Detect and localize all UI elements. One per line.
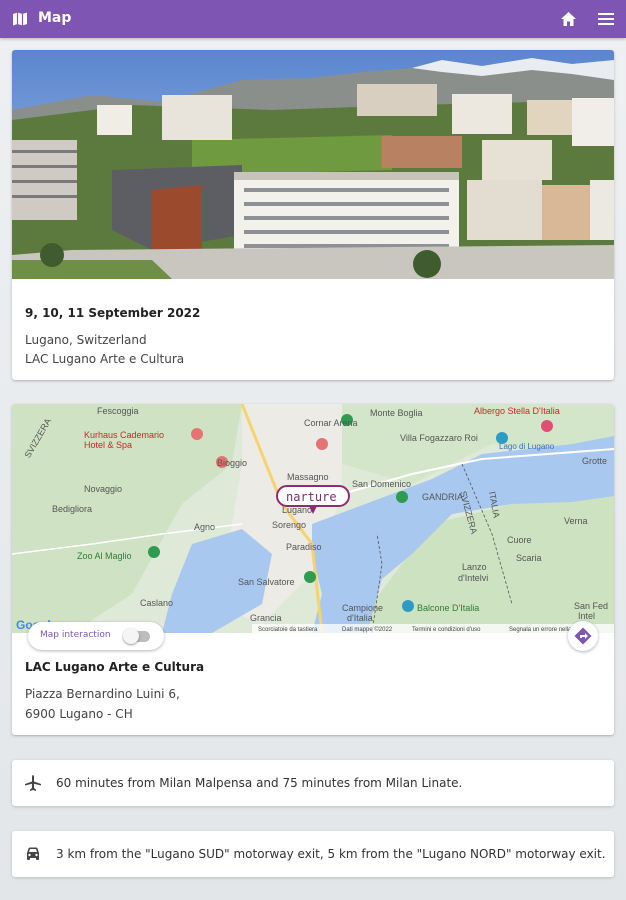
map-label: d'Italia bbox=[347, 613, 373, 623]
event-city: Lugano, Switzerland bbox=[25, 333, 147, 347]
map-label: Campione bbox=[342, 603, 383, 613]
event-dates: 9, 10, 11 September 2022 bbox=[25, 306, 201, 320]
map-icon bbox=[13, 12, 27, 26]
map-label: Lago di Lugano bbox=[499, 442, 555, 451]
map-label: Zoo Al Maglio bbox=[77, 551, 132, 561]
map-footer-shortcuts: Scorciatoie da tastiera bbox=[258, 627, 318, 633]
map-footer-terms: Termini e condizioni d'uso bbox=[412, 627, 481, 633]
directions-icon bbox=[574, 627, 592, 645]
venue-photo bbox=[12, 50, 614, 279]
map-label: Massagno bbox=[287, 472, 329, 482]
directions-button[interactable] bbox=[568, 621, 598, 651]
map-label: Villa Fogazzaro Roi bbox=[400, 433, 478, 443]
map-label: Fescoggia bbox=[97, 406, 139, 416]
map-label: San Salvatore bbox=[238, 577, 295, 587]
map-label: Lanzo bbox=[462, 562, 487, 572]
map-label: Paradiso bbox=[286, 542, 322, 552]
map-label: San Domenico bbox=[352, 479, 411, 489]
map-label: Sorengo bbox=[272, 520, 306, 530]
map-label: GANDRIA bbox=[422, 492, 463, 502]
map-card: Fescoggia Kurhaus Cademario Hotel & Spa … bbox=[12, 404, 614, 735]
car-icon bbox=[27, 847, 39, 860]
map-label: San Fed bbox=[574, 601, 608, 611]
map-label: Cuore bbox=[507, 535, 532, 545]
map-label: Monte Boglia bbox=[370, 408, 423, 418]
map-label: Bioggio bbox=[217, 458, 247, 468]
map-label: Novaggio bbox=[84, 484, 122, 494]
map-label: Albergo Stella D'Italia bbox=[474, 406, 560, 416]
home-icon[interactable] bbox=[560, 11, 577, 27]
travel-car-card: 3 km from the "Lugano SUD" motorway exit… bbox=[12, 831, 614, 877]
address-line-1: Piazza Bernardino Luini 6, bbox=[25, 687, 180, 701]
map-footer-data: Dati mappe ©2022 bbox=[342, 626, 393, 633]
map-label: Grotte bbox=[582, 456, 607, 466]
map-label: Grancia bbox=[250, 613, 282, 623]
map-label: Kurhaus Cademario bbox=[84, 430, 164, 440]
map-label: d'Intelvi bbox=[458, 573, 488, 583]
map-label: Intel bbox=[578, 611, 595, 621]
map-interaction-toggle[interactable]: Map interaction bbox=[28, 622, 164, 650]
map-label: Scaria bbox=[516, 553, 542, 563]
map-interaction-label: Map interaction bbox=[40, 630, 111, 640]
map-label: Hotel & Spa bbox=[84, 440, 132, 450]
car-travel-text: 3 km from the "Lugano SUD" motorway exit… bbox=[56, 847, 606, 861]
venue-name: LAC Lugano Arte e Cultura bbox=[25, 660, 205, 674]
map-label: Cornar Arena bbox=[304, 418, 358, 428]
app-bar: Map bbox=[0, 0, 626, 38]
address-line-2: 6900 Lugano - CH bbox=[25, 707, 133, 721]
event-venue: LAC Lugano Arte e Cultura bbox=[25, 352, 185, 366]
toggle-knob bbox=[123, 628, 139, 644]
map-label: Agno bbox=[194, 522, 215, 532]
map-label: Balcone D'Italia bbox=[417, 603, 479, 613]
map-view[interactable]: Fescoggia Kurhaus Cademario Hotel & Spa … bbox=[12, 404, 614, 633]
plane-travel-text: 60 minutes from Milan Malpensa and 75 mi… bbox=[56, 776, 463, 790]
map-label: Caslano bbox=[140, 598, 173, 608]
page-title: Map bbox=[38, 10, 72, 26]
menu-icon[interactable] bbox=[598, 12, 614, 26]
map-label: Verna bbox=[564, 516, 588, 526]
map-label: Bedigliora bbox=[52, 504, 92, 514]
marker-label: narture bbox=[286, 490, 337, 504]
airplane-icon bbox=[25, 775, 41, 791]
event-card: 9, 10, 11 September 2022 Lugano, Switzer… bbox=[12, 50, 614, 380]
toggle-switch[interactable] bbox=[123, 628, 150, 644]
travel-plane-card: 60 minutes from Milan Malpensa and 75 mi… bbox=[12, 760, 614, 806]
